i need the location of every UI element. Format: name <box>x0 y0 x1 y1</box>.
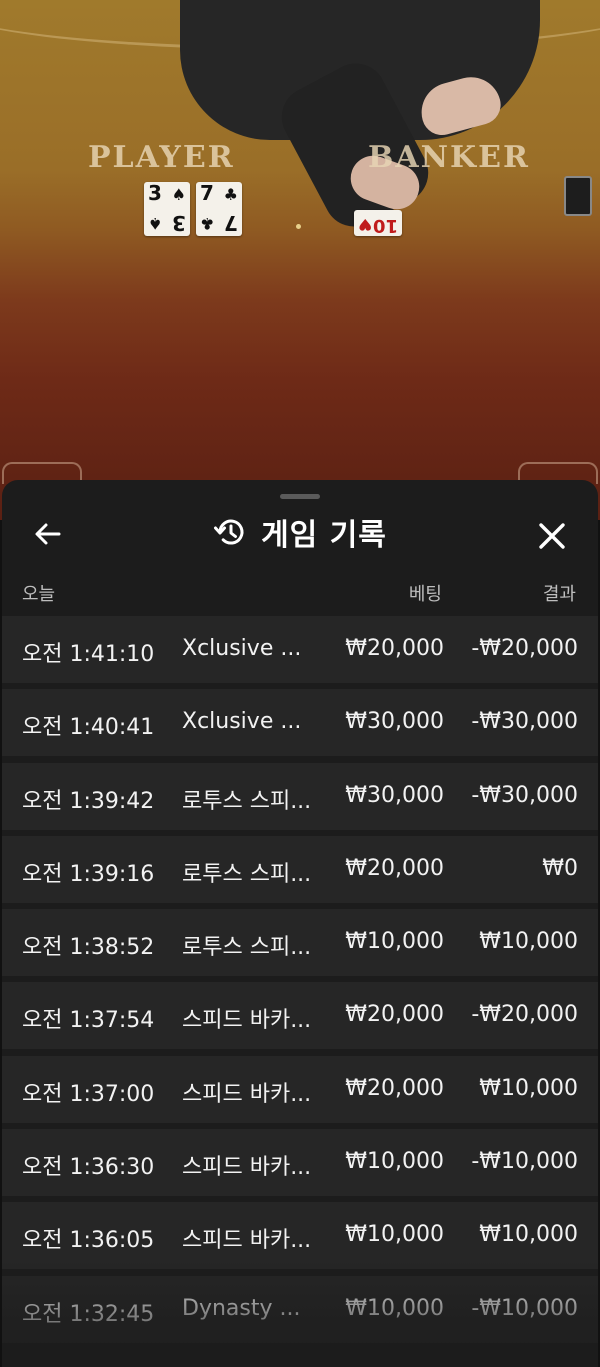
row-result: -₩10,000 <box>471 1295 578 1321</box>
row-result: ₩10,000 <box>479 1222 578 1248</box>
row-game: 스피드 바카... <box>182 1228 312 1254</box>
bet-column-label: 베팅 <box>408 584 442 605</box>
history-row[interactable]: 오전 1:37:00 스피드 바카... ₩20,000 ₩10,000 <box>2 1055 598 1123</box>
history-row[interactable]: 오전 1:38:52 로투스 스피... ₩10,000 ₩10,000 <box>2 909 598 977</box>
history-row[interactable]: 오전 1:32:45 Dynasty ... ₩10,000 -₩10,000 <box>2 1275 598 1343</box>
row-game: 스피드 바카... <box>182 1155 312 1181</box>
result-column-label: 결과 <box>542 584 576 605</box>
row-result: -₩20,000 <box>471 1002 578 1028</box>
history-row[interactable]: 오전 1:36:05 스피드 바카... ₩10,000 ₩10,000 <box>2 1202 598 1270</box>
row-bet: ₩10,000 <box>345 1295 444 1321</box>
row-bet: ₩10,000 <box>345 1149 444 1175</box>
row-bet: ₩20,000 <box>345 636 444 661</box>
row-time: 오전 1:37:54 <box>22 1008 155 1034</box>
history-row[interactable]: 오전 1:39:42 로투스 스피... ₩30,000 -₩30,000 <box>2 762 598 830</box>
close-icon <box>539 523 565 549</box>
sheet-title: 게임 기록 <box>261 518 387 553</box>
row-game: Dynasty ... <box>182 1295 301 1321</box>
row-result: ₩10,000 <box>479 1075 578 1101</box>
close-button[interactable] <box>532 516 572 556</box>
row-game: Xclusive ... <box>182 636 302 661</box>
table-marker <box>296 224 301 229</box>
player-card: 3 ♠ ♠ 3 <box>144 182 190 236</box>
row-game: 로투스 스피... <box>182 788 312 814</box>
drag-handle[interactable] <box>280 494 320 499</box>
history-row[interactable]: 오전 1:40:41 Xclusive ... ₩30,000 -₩30,000 <box>2 689 598 757</box>
date-column-label: 오늘 <box>22 584 56 605</box>
row-bet: ₩10,000 <box>345 929 444 955</box>
history-row[interactable]: 오전 1:36:30 스피드 바카... ₩10,000 -₩10,000 <box>2 1129 598 1197</box>
row-time: 오전 1:41:10 <box>22 642 155 667</box>
row-bet: ₩30,000 <box>345 782 444 808</box>
row-time: 오전 1:36:30 <box>22 1155 155 1181</box>
row-time: 오전 1:38:52 <box>22 935 155 961</box>
row-result: -₩30,000 <box>471 782 578 808</box>
player-label: PLAYER <box>88 140 235 175</box>
sheet-header: 게임 기록 <box>2 506 598 562</box>
row-game: 스피드 바카... <box>182 1008 312 1034</box>
row-game: 스피드 바카... <box>182 1081 312 1107</box>
history-list: 오전 1:41:10 Xclusive ... ₩20,000 -₩20,000… <box>2 616 598 1349</box>
row-time: 오전 1:37:00 <box>22 1081 155 1107</box>
row-time: 오전 1:32:45 <box>22 1301 155 1327</box>
row-bet: ₩20,000 <box>345 855 444 881</box>
player-card: 7 ♣ ♣ 7 <box>196 182 242 236</box>
history-row[interactable]: 오전 1:41:10 Xclusive ... ₩20,000 -₩20,000 <box>2 616 598 683</box>
history-row[interactable]: 오전 1:37:54 스피드 바카... ₩20,000 -₩20,000 <box>2 982 598 1050</box>
row-time: 오전 1:39:16 <box>22 861 155 887</box>
card-shoe <box>564 176 592 216</box>
live-dealer-video: PLAYER BANKER 3 ♠ ♠ 3 7 ♣ ♣ 7 ♥ 10 <box>0 0 600 520</box>
row-result: -₩20,000 <box>471 636 578 661</box>
row-result: ₩10,000 <box>479 929 578 955</box>
row-result: ₩0 <box>542 855 578 881</box>
row-time: 오전 1:36:05 <box>22 1228 155 1254</box>
row-result: -₩10,000 <box>471 1149 578 1175</box>
column-header: 오늘 베팅 결과 <box>2 580 598 605</box>
game-history-sheet: 게임 기록 오늘 베팅 결과 오전 1:41:10 Xclusive ... ₩… <box>2 480 598 1367</box>
row-game: 로투스 스피... <box>182 861 312 887</box>
row-bet: ₩20,000 <box>345 1075 444 1101</box>
row-result: -₩30,000 <box>471 709 578 735</box>
history-row[interactable]: 오전 1:39:16 로투스 스피... ₩20,000 ₩0 <box>2 835 598 903</box>
row-bet: ₩30,000 <box>345 709 444 735</box>
banker-card: ♥ 10 <box>354 210 402 236</box>
history-clock-icon <box>214 519 244 545</box>
row-time: 오전 1:40:41 <box>22 715 155 741</box>
row-game: 로투스 스피... <box>182 935 312 961</box>
row-bet: ₩10,000 <box>345 1222 444 1248</box>
row-bet: ₩20,000 <box>345 1002 444 1028</box>
row-time: 오전 1:39:42 <box>22 788 155 814</box>
row-game: Xclusive ... <box>182 709 302 735</box>
banker-label: BANKER <box>368 140 530 175</box>
